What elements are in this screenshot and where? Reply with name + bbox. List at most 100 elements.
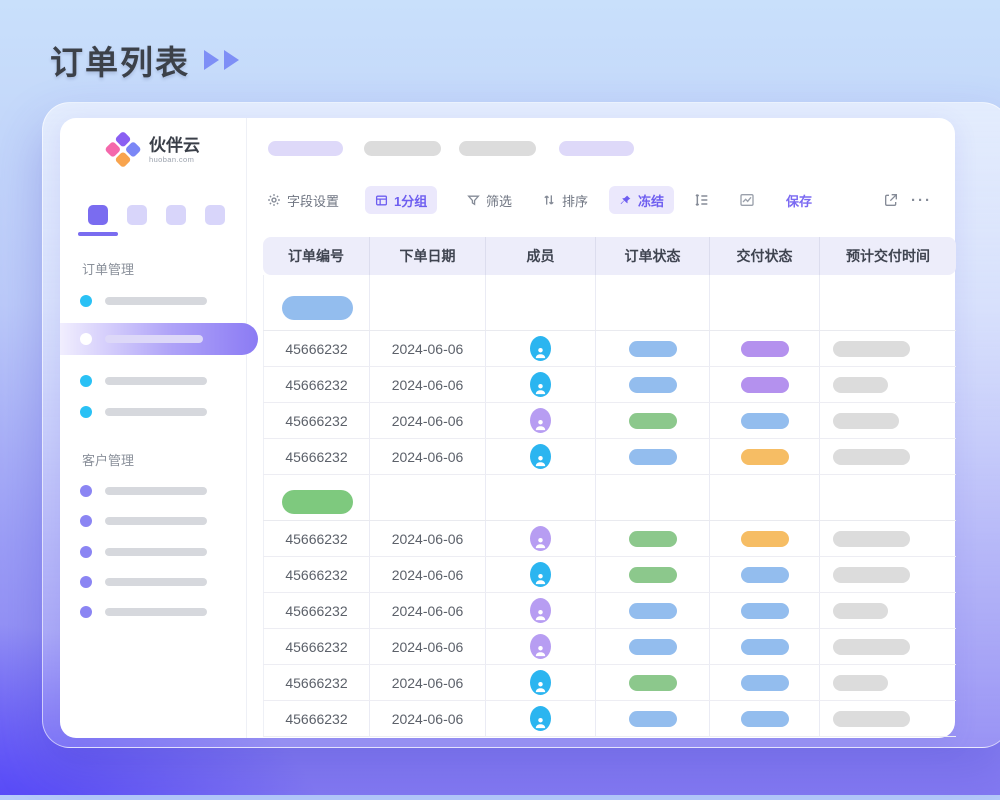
table-cell: [709, 367, 819, 402]
field-settings-button[interactable]: 字段设置: [267, 186, 339, 214]
order-number: 45666232: [285, 341, 347, 357]
huoban-logo-icon: [104, 131, 142, 169]
group-header-row[interactable]: [263, 275, 956, 331]
delivery-status-pill: [741, 377, 789, 393]
table-cell: 45666232: [263, 701, 369, 736]
column-header[interactable]: 订单状态: [595, 237, 709, 275]
group-header-row[interactable]: [263, 475, 956, 521]
person-icon: [533, 380, 548, 397]
order-number: 45666232: [285, 603, 347, 619]
table-cell: [819, 521, 956, 556]
row-height-button[interactable]: [694, 186, 710, 214]
column-header[interactable]: 成员: [485, 237, 595, 275]
table-cell: [595, 665, 709, 700]
member-avatar-icon: [530, 526, 551, 551]
table-cell: [709, 629, 819, 664]
sidebar-section-label: 订单管理: [82, 259, 134, 278]
logo: 伙伴云 huoban.com: [60, 133, 246, 167]
chart-view-button[interactable]: [739, 186, 755, 214]
sidebar-tab[interactable]: [205, 205, 225, 225]
sidebar-item[interactable]: [80, 295, 207, 307]
breadcrumb-pill[interactable]: [559, 141, 634, 156]
table-cell: 2024-06-06: [369, 593, 485, 628]
logo-name: 伙伴云: [149, 136, 200, 156]
sidebar-tab[interactable]: [166, 205, 186, 225]
item-dot: [80, 606, 92, 618]
group-button[interactable]: 1分组: [365, 186, 437, 214]
table-cell: [819, 403, 956, 438]
eta-placeholder-pill: [833, 639, 910, 655]
table-cell: [485, 701, 595, 736]
table-cell: [819, 593, 956, 628]
main-area: 字段设置 1分组 筛选 排序 冻结 保存 ···: [247, 118, 955, 738]
delivery-status-pill: [741, 675, 789, 691]
table-row[interactable]: 456662322024-06-06: [263, 557, 956, 593]
order-number: 45666232: [285, 711, 347, 727]
sidebar-item[interactable]: [80, 546, 207, 558]
table-cell: 45666232: [263, 629, 369, 664]
sort-arrows-icon: [542, 193, 556, 207]
column-header[interactable]: 预计交付时间: [819, 237, 956, 275]
table-row[interactable]: 456662322024-06-06: [263, 403, 956, 439]
breadcrumb-pill[interactable]: [459, 141, 536, 156]
eta-placeholder-pill: [833, 603, 888, 619]
group-cell: [485, 275, 595, 330]
table-row[interactable]: 456662322024-06-06: [263, 701, 956, 737]
column-header[interactable]: 订单编号: [263, 237, 369, 275]
sidebar-item[interactable]: [80, 576, 207, 588]
order-status-pill: [629, 449, 677, 465]
item-dot: [80, 375, 92, 387]
sidebar-tab[interactable]: [127, 205, 147, 225]
column-header[interactable]: 交付状态: [709, 237, 819, 275]
order-date: 2024-06-06: [392, 413, 464, 429]
table-row[interactable]: 45666232 2024-06-06: [263, 593, 956, 629]
table-row[interactable]: 456662322024-06-06: [263, 629, 956, 665]
table-row[interactable]: 456662322024-06-06: [263, 665, 956, 701]
table-row[interactable]: 456662322024-06-06: [263, 521, 956, 557]
gear-icon: [267, 193, 281, 207]
sidebar-tab-active[interactable]: [88, 205, 108, 225]
table-row[interactable]: 456662322024-06-06: [263, 439, 956, 475]
funnel-icon: [467, 194, 480, 207]
filter-button[interactable]: 筛选: [467, 186, 512, 214]
group-label-pill: [282, 296, 353, 320]
table-row[interactable]: 456662322024-06-06: [263, 331, 956, 367]
column-header[interactable]: 下单日期: [369, 237, 485, 275]
person-icon: [533, 678, 548, 695]
table-row[interactable]: 456662322024-06-06: [263, 367, 956, 403]
order-date: 2024-06-06: [392, 377, 464, 393]
person-icon: [533, 606, 548, 623]
group-grid-icon: [375, 194, 388, 207]
table-cell: [595, 701, 709, 736]
order-number: 45666232: [285, 639, 347, 655]
group-label: 1分组: [394, 191, 427, 210]
person-icon: [533, 534, 548, 551]
share-button[interactable]: [883, 186, 899, 214]
more-button[interactable]: ···: [911, 186, 932, 214]
save-button[interactable]: 保存: [786, 186, 812, 214]
table-header: 订单编号下单日期成员订单状态交付状态预计交付时间: [263, 237, 956, 275]
order-status-pill: [629, 603, 677, 619]
table-cell: [485, 521, 595, 556]
table-cell: 2024-06-06: [369, 439, 485, 474]
table-cell: 2024-06-06: [369, 403, 485, 438]
item-placeholder-bar: [105, 548, 207, 556]
sidebar-item[interactable]: [80, 375, 207, 387]
member-avatar-icon: [530, 634, 551, 659]
group-cell: [595, 475, 709, 520]
sidebar-item[interactable]: [80, 485, 207, 497]
sidebar-item[interactable]: [80, 406, 207, 418]
sidebar-item-active[interactable]: [60, 323, 258, 355]
freeze-button[interactable]: 冻结: [609, 186, 674, 214]
order-date: 2024-06-06: [392, 603, 464, 619]
member-avatar-icon: [530, 336, 551, 361]
eta-placeholder-pill: [833, 711, 910, 727]
breadcrumb-pill[interactable]: [364, 141, 441, 156]
order-date: 2024-06-06: [392, 567, 464, 583]
sidebar-item[interactable]: [80, 515, 207, 527]
sort-button[interactable]: 排序: [542, 186, 588, 214]
data-table: 订单编号下单日期成员订单状态交付状态预计交付时间 45666232 2024-06…: [263, 237, 956, 737]
breadcrumb-pill[interactable]: [268, 141, 343, 156]
sidebar-item[interactable]: [80, 606, 207, 618]
bottom-edge-strip: [0, 795, 1000, 800]
